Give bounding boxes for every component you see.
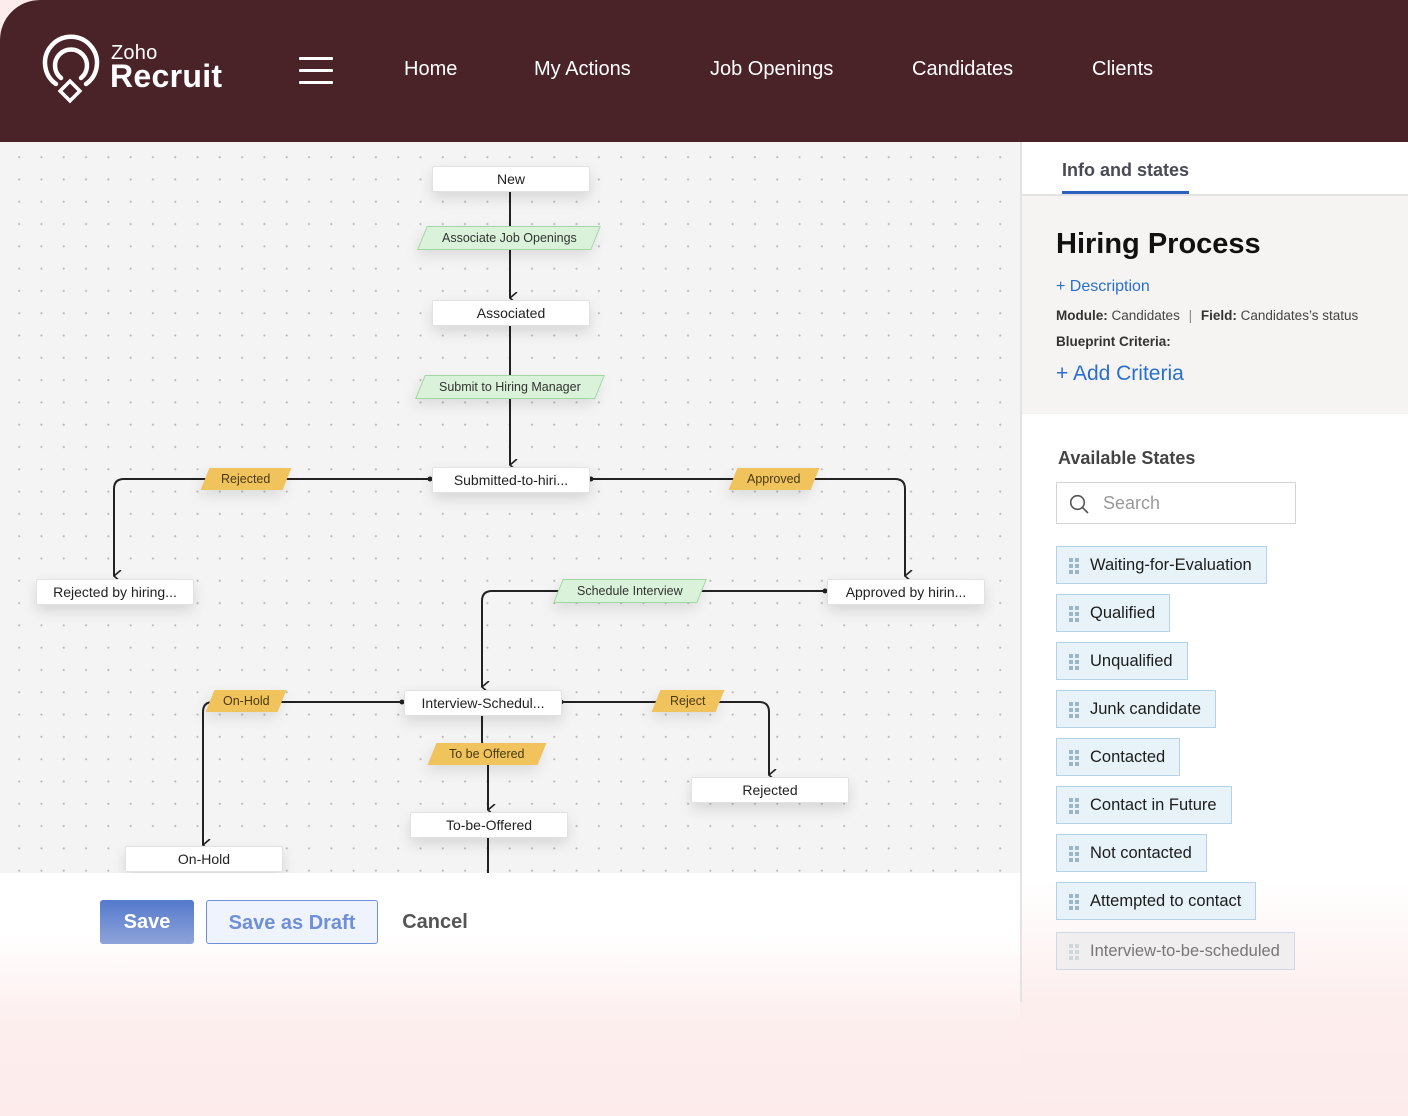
state-interview-scheduled[interactable]: Interview-Schedul... bbox=[404, 690, 562, 716]
transition-reject[interactable]: Reject bbox=[651, 690, 725, 712]
available-state-label: Interview-to-be-scheduled bbox=[1090, 942, 1280, 960]
available-state-label: Junk candidate bbox=[1090, 700, 1201, 718]
state-approved-by-hiring[interactable]: Approved by hirin... bbox=[827, 579, 985, 605]
available-state-chip[interactable]: Junk candidate bbox=[1056, 690, 1216, 728]
blueprint-info: Hiring Process + Description Module: Can… bbox=[1022, 196, 1408, 414]
brand-recruit: Recruit bbox=[110, 58, 223, 94]
nav-candidates[interactable]: Candidates bbox=[912, 58, 1013, 81]
states-search-box bbox=[1056, 482, 1296, 524]
module-value: Candidates bbox=[1111, 308, 1180, 323]
nav-job-openings[interactable]: Job Openings bbox=[710, 58, 833, 81]
state-on-hold[interactable]: On-Hold bbox=[125, 846, 283, 872]
add-description-link[interactable]: + Description bbox=[1056, 278, 1150, 296]
module-label: Module: bbox=[1056, 308, 1108, 323]
available-states-heading: Available States bbox=[1058, 448, 1196, 468]
drag-handle-icon[interactable] bbox=[1069, 944, 1079, 960]
drag-handle-icon[interactable] bbox=[1069, 606, 1079, 622]
connector-interview-rejected bbox=[561, 701, 769, 775]
transition-rejected[interactable]: Rejected bbox=[200, 468, 292, 490]
transition-schedule-interview[interactable]: Schedule Interview bbox=[553, 579, 707, 603]
available-state-chip[interactable]: Contact in Future bbox=[1056, 786, 1232, 824]
state-associated[interactable]: Associated bbox=[432, 300, 590, 326]
blueprint-canvas[interactable]: New Associated Submitted-to-hiri... Reje… bbox=[0, 142, 1020, 873]
action-bar: Save Save as Draft Cancel bbox=[0, 873, 1020, 1116]
info-states-panel: Info and states Hiring Process + Descrip… bbox=[1020, 142, 1408, 1002]
available-state-chip[interactable]: Qualified bbox=[1056, 594, 1171, 632]
hamburger-menu-icon[interactable] bbox=[299, 55, 333, 85]
blueprint-criteria-label: Blueprint Criteria: bbox=[1056, 334, 1171, 349]
zoho-recruit-logo-icon[interactable] bbox=[40, 34, 102, 106]
transition-to-be-offered[interactable]: To be Offered bbox=[427, 743, 547, 765]
state-rejected-by-hiring[interactable]: Rejected by hiring... bbox=[36, 579, 194, 605]
drag-handle-icon[interactable] bbox=[1069, 750, 1079, 766]
nav-my-actions[interactable]: My Actions bbox=[534, 58, 631, 81]
drag-handle-icon[interactable] bbox=[1069, 894, 1079, 910]
search-icon bbox=[1069, 494, 1089, 514]
nav-home[interactable]: Home bbox=[404, 58, 457, 81]
available-state-label: Attempted to contact bbox=[1090, 892, 1242, 910]
transition-approved[interactable]: Approved bbox=[728, 468, 820, 490]
transition-on-hold[interactable]: On-Hold bbox=[205, 690, 287, 712]
nav-clients[interactable]: Clients bbox=[1092, 58, 1153, 81]
available-state-chip[interactable]: Interview-to-be-scheduled bbox=[1056, 932, 1295, 970]
save-button[interactable]: Save bbox=[100, 900, 194, 944]
drag-handle-icon[interactable] bbox=[1069, 558, 1079, 574]
add-criteria-link[interactable]: + Add Criteria bbox=[1056, 362, 1184, 386]
app-frame: Zoho Recruit Home My Actions Job Opening… bbox=[0, 0, 1408, 1116]
available-state-label: Waiting-for-Evaluation bbox=[1090, 556, 1252, 574]
connector-submitted-rejected bbox=[113, 478, 430, 576]
available-state-chip[interactable]: Not contacted bbox=[1056, 834, 1207, 872]
connector-interview-onhold bbox=[202, 701, 402, 845]
state-new[interactable]: New bbox=[432, 166, 590, 192]
transition-submit-to-hiring-manager[interactable]: Submit to Hiring Manager bbox=[415, 375, 605, 399]
cancel-button[interactable]: Cancel bbox=[392, 900, 478, 944]
available-state-label: Unqualified bbox=[1090, 652, 1173, 670]
drag-handle-icon[interactable] bbox=[1069, 846, 1079, 862]
states-search-input[interactable] bbox=[1101, 483, 1291, 523]
field-label: Field: bbox=[1200, 308, 1237, 323]
field-value: Candidates’s status bbox=[1240, 308, 1359, 323]
available-state-chip[interactable]: Waiting-for-Evaluation bbox=[1056, 546, 1267, 584]
drag-handle-icon[interactable] bbox=[1069, 654, 1079, 670]
drag-handle-icon[interactable] bbox=[1069, 798, 1079, 814]
panel-tabs: Info and states bbox=[1022, 142, 1408, 196]
available-state-chip[interactable]: Contacted bbox=[1056, 738, 1181, 776]
top-navbar: Zoho Recruit Home My Actions Job Opening… bbox=[0, 0, 1408, 142]
available-state-label: Contact in Future bbox=[1090, 796, 1217, 814]
state-submitted-to-hiring[interactable]: Submitted-to-hiri... bbox=[432, 467, 590, 493]
meta-separator: | bbox=[1188, 308, 1193, 323]
save-as-draft-button[interactable]: Save as Draft bbox=[206, 900, 378, 944]
blueprint-meta: Module: Candidates | Field: Candidates’s… bbox=[1056, 308, 1358, 323]
drag-handle-icon[interactable] bbox=[1069, 702, 1079, 718]
connector-approved-interview bbox=[481, 590, 825, 687]
available-state-label: Qualified bbox=[1090, 604, 1156, 622]
available-state-chip[interactable]: Attempted to contact bbox=[1056, 882, 1257, 920]
tab-info-and-states[interactable]: Info and states bbox=[1062, 160, 1190, 194]
available-state-label: Not contacted bbox=[1090, 844, 1192, 862]
transition-associate-job-openings[interactable]: Associate Job Openings bbox=[417, 226, 601, 250]
available-state-chip[interactable]: Unqualified bbox=[1056, 642, 1188, 680]
state-to-be-offered[interactable]: To-be-Offered bbox=[410, 812, 568, 838]
available-state-label: Contacted bbox=[1090, 748, 1166, 766]
state-rejected[interactable]: Rejected bbox=[691, 777, 849, 803]
blueprint-title: Hiring Process bbox=[1056, 228, 1261, 260]
connector-submitted-approved bbox=[591, 478, 905, 576]
